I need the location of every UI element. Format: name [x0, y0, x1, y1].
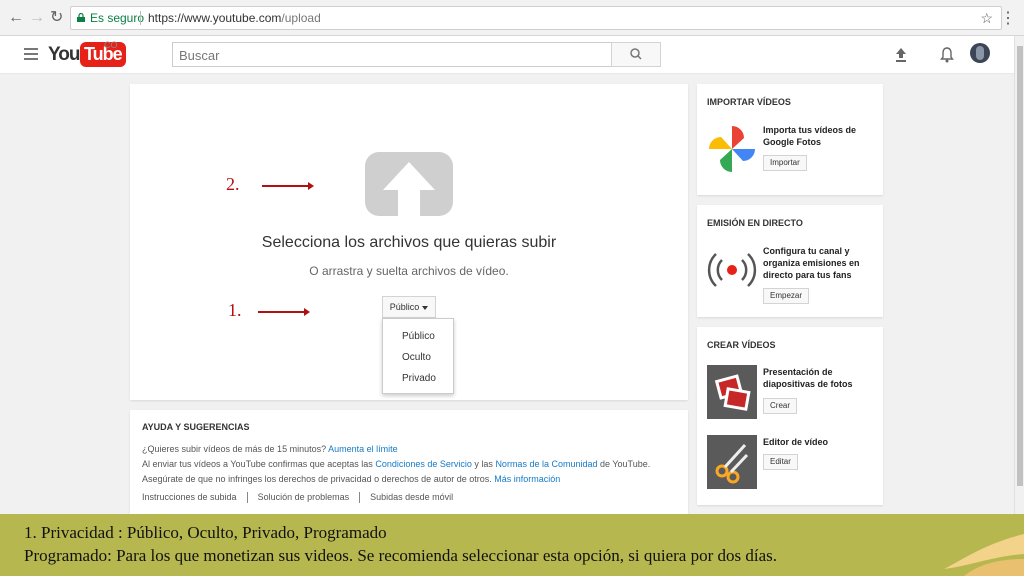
- browser-toolbar: ← → ↻ Es seguro https://www.youtube.com/…: [0, 0, 1024, 36]
- search-input[interactable]: Buscar: [172, 42, 612, 67]
- help-line-3: Asegúrate de que no infringes los derech…: [142, 474, 560, 484]
- search-icon: [630, 48, 642, 60]
- help-line-2-b: y las: [474, 459, 493, 469]
- logo-you: You: [48, 44, 81, 65]
- more-info-link[interactable]: Más información: [494, 474, 560, 484]
- logo-country: CO: [104, 40, 118, 50]
- live-description: Configura tu canal y organiza emisiones …: [763, 246, 860, 280]
- live-title: EMISIÓN EN DIRECTO: [707, 218, 803, 228]
- url-text[interactable]: https://www.youtube.com/upload: [148, 7, 321, 29]
- help-title: AYUDA Y SUGERENCIAS: [142, 422, 250, 432]
- menu-icon[interactable]: [24, 48, 38, 60]
- annotation-step-1: 1.: [228, 300, 242, 320]
- help-line-1-text: ¿Quieres subir vídeos de más de 15 minut…: [142, 444, 327, 454]
- forward-arrow-icon[interactable]: →: [29, 10, 45, 26]
- google-photos-icon: [709, 126, 755, 172]
- upload-panel: Selecciona los archivos que quieras subi…: [130, 84, 688, 400]
- lock-icon: [77, 13, 85, 22]
- increase-limit-link[interactable]: Aumenta el límite: [328, 444, 398, 454]
- edit-video-button[interactable]: Editar: [763, 454, 798, 470]
- privacy-menu: Público Oculto Privado: [382, 318, 454, 394]
- help-line-2-a: Al enviar tus vídeos a YouTube confirmas…: [142, 459, 373, 469]
- secure-label: Es seguro: [90, 11, 145, 25]
- slideshow-description: Presentación de diapositivas de fotos: [763, 367, 853, 389]
- url-host: https://www.youtube.com: [148, 11, 282, 25]
- import-button[interactable]: Importar: [763, 155, 807, 171]
- caret-down-icon: [422, 305, 429, 310]
- troubleshooting-link[interactable]: Solución de problemas: [258, 492, 350, 502]
- create-slideshow-button[interactable]: Crear: [763, 398, 798, 414]
- help-line-3-text: Asegúrate de que no infringes los derech…: [142, 474, 492, 484]
- live-broadcast-icon: [707, 253, 757, 287]
- search-button[interactable]: [611, 42, 661, 67]
- drag-drop-hint: O arrastra y suelta archivos de vídeo.: [309, 264, 509, 278]
- address-divider: [140, 11, 141, 25]
- scissors-icon: [707, 435, 757, 489]
- import-videos-card: IMPORTAR VÍDEOS Importa tus vídeos de Go…: [697, 84, 883, 195]
- create-videos-card: CREAR VÍDEOS Presentación de diapositiva…: [697, 327, 883, 505]
- annotation-arrow-1: [258, 308, 310, 316]
- privacy-selected: Público: [389, 302, 420, 312]
- create-title: CREAR VÍDEOS: [707, 340, 776, 350]
- privacy-dropdown-button[interactable]: Público: [382, 296, 436, 318]
- url-path: /upload: [281, 11, 321, 25]
- help-line-1: ¿Quieres subir vídeos de más de 15 minut…: [142, 444, 398, 454]
- caption-line-1: 1. Privacidad : Público, Oculto, Privado…: [24, 523, 387, 542]
- upload-instructions-link[interactable]: Instrucciones de subida: [142, 492, 237, 502]
- upload-arrow-icon[interactable]: [365, 152, 453, 216]
- privacy-option-privado[interactable]: Privado: [383, 369, 453, 390]
- import-description: Importa tus vídeos de Google Fotos: [763, 125, 857, 147]
- terms-of-service-link[interactable]: Condiciones de Servicio: [375, 459, 472, 469]
- leaf-decoration-icon: [944, 534, 1024, 576]
- reload-icon[interactable]: ↻: [50, 10, 63, 26]
- notifications-bell-icon[interactable]: [938, 46, 956, 64]
- mobile-uploads-link[interactable]: Subidas desde móvil: [370, 492, 453, 502]
- page-scrollbar[interactable]: [1014, 36, 1024, 514]
- import-title: IMPORTAR VÍDEOS: [707, 97, 791, 107]
- bookmark-star-icon[interactable]: ☆: [980, 7, 993, 29]
- address-bar[interactable]: Es seguro https://www.youtube.com/upload…: [70, 6, 1002, 30]
- community-guidelines-link[interactable]: Normas de la Comunidad: [495, 459, 597, 469]
- slideshow-icon: [707, 365, 757, 419]
- annotation-arrow-2: [262, 182, 314, 190]
- help-links: Instrucciones de subida Solución de probl…: [142, 492, 453, 504]
- help-panel: AYUDA Y SUGERENCIAS ¿Quieres subir vídeo…: [130, 410, 688, 516]
- start-live-button[interactable]: Empezar: [763, 288, 810, 304]
- user-avatar[interactable]: [970, 43, 990, 63]
- logo-tube: Tube: [80, 42, 126, 67]
- caption-bar: 1. Privacidad : Público, Oculto, Privado…: [0, 514, 1024, 576]
- live-stream-card: EMISIÓN EN DIRECTO Configura tu canal y …: [697, 205, 883, 317]
- youtube-header: You Tube CO Buscar: [0, 36, 1014, 74]
- video-editor-description: Editor de vídeo: [763, 437, 829, 447]
- select-files-title[interactable]: Selecciona los archivos que quieras subi…: [130, 234, 688, 252]
- annotation-step-2: 2.: [226, 174, 240, 194]
- help-line-2-c: de YouTube.: [600, 459, 651, 469]
- privacy-option-oculto[interactable]: Oculto: [383, 348, 453, 369]
- privacy-option-publico[interactable]: Público: [383, 327, 453, 348]
- back-arrow-icon[interactable]: ←: [8, 10, 24, 26]
- caption-line-2: Programado: Para los que monetizan sus v…: [24, 546, 777, 565]
- browser-menu-icon[interactable]: ⋮: [1000, 8, 1016, 28]
- help-line-2: Al enviar tus vídeos a YouTube confirmas…: [142, 459, 650, 469]
- upload-icon[interactable]: [892, 46, 910, 64]
